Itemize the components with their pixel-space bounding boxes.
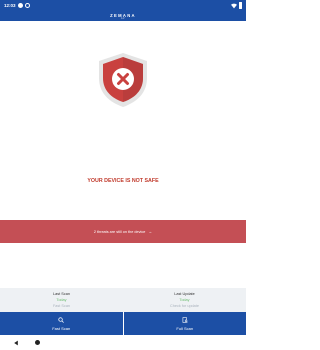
search-icon — [58, 317, 65, 323]
wifi-icon — [230, 3, 237, 8]
battery-icon — [238, 2, 242, 9]
threats-banner[interactable]: 2 threats are still on the device → — [0, 220, 246, 243]
back-icon[interactable] — [13, 340, 19, 346]
last-scan-type: Fast Scan — [52, 304, 71, 308]
check-update-link[interactable]: Check for update — [123, 303, 246, 309]
status-bar: 12:03 — [0, 0, 246, 12]
device-status-message: YOUR DEVICE IS NOT SAFE — [87, 178, 159, 184]
brand-sub: AV — [120, 17, 126, 20]
notification-icon — [18, 2, 23, 8]
arrow-right-icon: → — [148, 229, 153, 234]
last-scan-info: Last Scan Today Fast Scan — [0, 291, 123, 309]
system-nav-bar — [0, 335, 246, 350]
shield-x-icon — [97, 52, 149, 108]
settings-icon — [25, 2, 30, 8]
threats-banner-text: 2 threats are still on the device — [93, 229, 146, 234]
scan-actions: Fast Scan Full Scan — [0, 312, 246, 335]
scan-document-icon — [182, 317, 188, 323]
scan-info-panel: Last Scan Today Fast Scan Last Update To… — [0, 288, 246, 312]
full-scan-label: Full Scan — [176, 326, 194, 331]
home-icon[interactable] — [35, 340, 40, 345]
full-scan-button[interactable]: Full Scan — [122, 312, 247, 335]
fast-scan-label: Fast Scan — [52, 326, 71, 331]
status-time: 12:03 — [4, 3, 16, 8]
last-update-info: Last Update Today Check for update — [123, 291, 246, 309]
fast-scan-button[interactable]: Fast Scan — [0, 312, 123, 335]
app-bar: ZEMANA AV — [0, 12, 246, 21]
